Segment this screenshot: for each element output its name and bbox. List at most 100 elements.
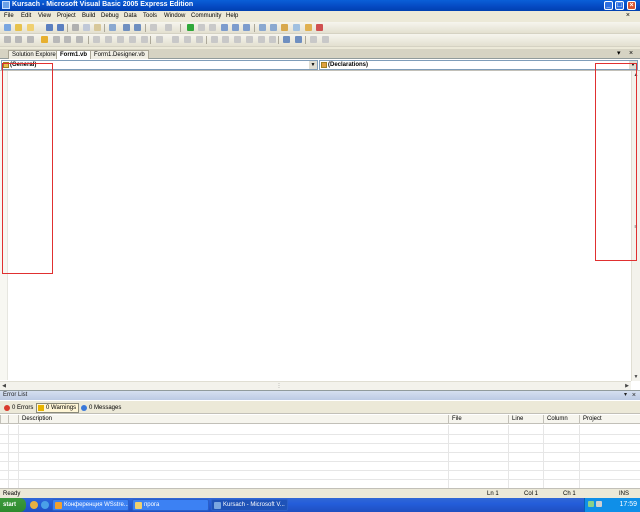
- add-item-icon[interactable]: [15, 24, 22, 31]
- align-icon[interactable]: [141, 36, 148, 43]
- taskbar-item-proga[interactable]: прога: [132, 499, 209, 511]
- toolbar-icon[interactable]: [15, 36, 22, 43]
- solution-explorer-icon[interactable]: [259, 24, 266, 31]
- scroll-down-icon[interactable]: ▼: [632, 373, 640, 381]
- menu-edit[interactable]: Edit: [21, 13, 31, 19]
- step-into-icon[interactable]: [221, 24, 228, 31]
- column-project[interactable]: Project: [579, 415, 640, 424]
- spacing-icon[interactable]: [295, 36, 302, 43]
- taskbar-item-kursach[interactable]: Kursach - Microsoft V...: [211, 499, 288, 511]
- toolbar-icon[interactable]: [76, 36, 83, 43]
- align-icon[interactable]: [184, 36, 191, 43]
- align-icon[interactable]: [129, 36, 136, 43]
- center-icon[interactable]: [322, 36, 329, 43]
- panel-dropdown-icon[interactable]: ▾: [624, 391, 627, 400]
- object-browser-icon[interactable]: [281, 24, 288, 31]
- scroll-left-icon[interactable]: ◀: [0, 382, 8, 390]
- size-icon[interactable]: [258, 36, 265, 43]
- minimize-button[interactable]: _: [604, 1, 613, 10]
- size-icon[interactable]: [234, 36, 241, 43]
- start-button[interactable]: start: [0, 498, 26, 512]
- menu-view[interactable]: View: [38, 13, 51, 19]
- step-out-icon[interactable]: [243, 24, 250, 31]
- uncomment-icon[interactable]: [134, 24, 141, 31]
- error-list-panel: Error List ▾ × 0 Errors 0 Warnings 0 Mes…: [0, 390, 640, 489]
- close-button[interactable]: ×: [627, 1, 636, 10]
- quick-launch-icon[interactable]: [30, 501, 38, 509]
- find-icon[interactable]: [109, 24, 116, 31]
- open-file-icon[interactable]: [27, 24, 34, 31]
- menu-debug[interactable]: Debug: [101, 13, 119, 19]
- column-line[interactable]: Line: [508, 415, 543, 424]
- menu-file[interactable]: File: [4, 13, 14, 19]
- cut-icon[interactable]: [72, 24, 79, 31]
- align-icon[interactable]: [156, 36, 163, 43]
- save-icon[interactable]: [46, 24, 53, 31]
- outdent-icon[interactable]: [105, 36, 112, 43]
- chevron-down-icon[interactable]: ▼: [309, 61, 317, 69]
- help-icon[interactable]: [316, 24, 323, 31]
- indent-icon[interactable]: [93, 36, 100, 43]
- errors-filter-button[interactable]: 0 Errors: [2, 403, 36, 413]
- paste-icon[interactable]: [94, 24, 101, 31]
- menu-bar: File Edit View Project Build Debug Data …: [0, 11, 640, 22]
- save-all-icon[interactable]: [57, 24, 64, 31]
- scroll-thumb-grip-icon[interactable]: ⋮: [275, 382, 283, 390]
- tab-form1-designer[interactable]: Form1.Designer.vb: [90, 50, 149, 59]
- toolbar-icon[interactable]: [4, 36, 11, 43]
- maximize-button[interactable]: □: [615, 1, 624, 10]
- comment-icon[interactable]: [123, 24, 130, 31]
- toolbar-icon[interactable]: [53, 36, 60, 43]
- menu-data[interactable]: Data: [124, 13, 137, 19]
- size-icon[interactable]: [269, 36, 276, 43]
- code-editor[interactable]: ▲ ≡ ▼ ◀ ⋮ ▶: [0, 71, 640, 390]
- column-column[interactable]: Column: [543, 415, 579, 424]
- start-page-icon[interactable]: [305, 24, 312, 31]
- panel-close-icon[interactable]: ×: [632, 391, 636, 400]
- tray-icon[interactable]: [588, 501, 594, 507]
- step-over-icon[interactable]: [232, 24, 239, 31]
- quick-launch-icon[interactable]: [41, 501, 49, 509]
- toolbar-icon[interactable]: [64, 36, 71, 43]
- align-icon[interactable]: [117, 36, 124, 43]
- column-file[interactable]: File: [448, 415, 508, 424]
- copy-icon[interactable]: [83, 24, 90, 31]
- properties-icon[interactable]: [270, 24, 277, 31]
- messages-filter-button[interactable]: 0 Messages: [79, 403, 124, 413]
- app-icon: [55, 502, 62, 509]
- start-debugging-icon[interactable]: [187, 24, 194, 31]
- menu-project[interactable]: Project: [57, 13, 76, 19]
- member-list-icon[interactable]: [41, 36, 48, 43]
- column-description[interactable]: Description: [18, 415, 448, 424]
- menu-tools[interactable]: Tools: [143, 13, 157, 19]
- menu-window[interactable]: Window: [164, 13, 185, 19]
- taskbar-item-conference[interactable]: Конференция WSstre...: [52, 499, 129, 511]
- menu-help[interactable]: Help: [226, 13, 238, 19]
- method-name-combo[interactable]: (Declarations) ▼: [319, 60, 638, 70]
- align-icon[interactable]: [196, 36, 203, 43]
- menu-build[interactable]: Build: [82, 13, 95, 19]
- redo-icon[interactable]: [165, 24, 172, 31]
- scroll-right-icon[interactable]: ▶: [623, 382, 631, 390]
- toolbar-icon[interactable]: [27, 36, 34, 43]
- tab-close-icon[interactable]: ×: [629, 50, 633, 58]
- pause-icon[interactable]: [198, 24, 205, 31]
- stop-icon[interactable]: [209, 24, 216, 31]
- toolbox-icon[interactable]: [293, 24, 300, 31]
- center-icon[interactable]: [310, 36, 317, 43]
- tab-dropdown-icon[interactable]: ▾: [617, 50, 621, 58]
- warnings-filter-button[interactable]: 0 Warnings: [36, 403, 80, 413]
- tab-form1-vb[interactable]: Form1.vb: [56, 50, 92, 59]
- mdi-close-icon[interactable]: ×: [626, 12, 630, 19]
- spacing-icon[interactable]: [283, 36, 290, 43]
- size-icon[interactable]: [211, 36, 218, 43]
- volume-icon[interactable]: [596, 501, 602, 507]
- new-project-icon[interactable]: [4, 24, 11, 31]
- tab-solution-explorer[interactable]: Solution Explorer: [8, 50, 62, 59]
- size-icon[interactable]: [246, 36, 253, 43]
- menu-community[interactable]: Community: [191, 13, 221, 19]
- align-icon[interactable]: [172, 36, 179, 43]
- horizontal-scrollbar[interactable]: ◀ ⋮ ▶: [0, 381, 631, 390]
- undo-icon[interactable]: [150, 24, 157, 31]
- size-icon[interactable]: [222, 36, 229, 43]
